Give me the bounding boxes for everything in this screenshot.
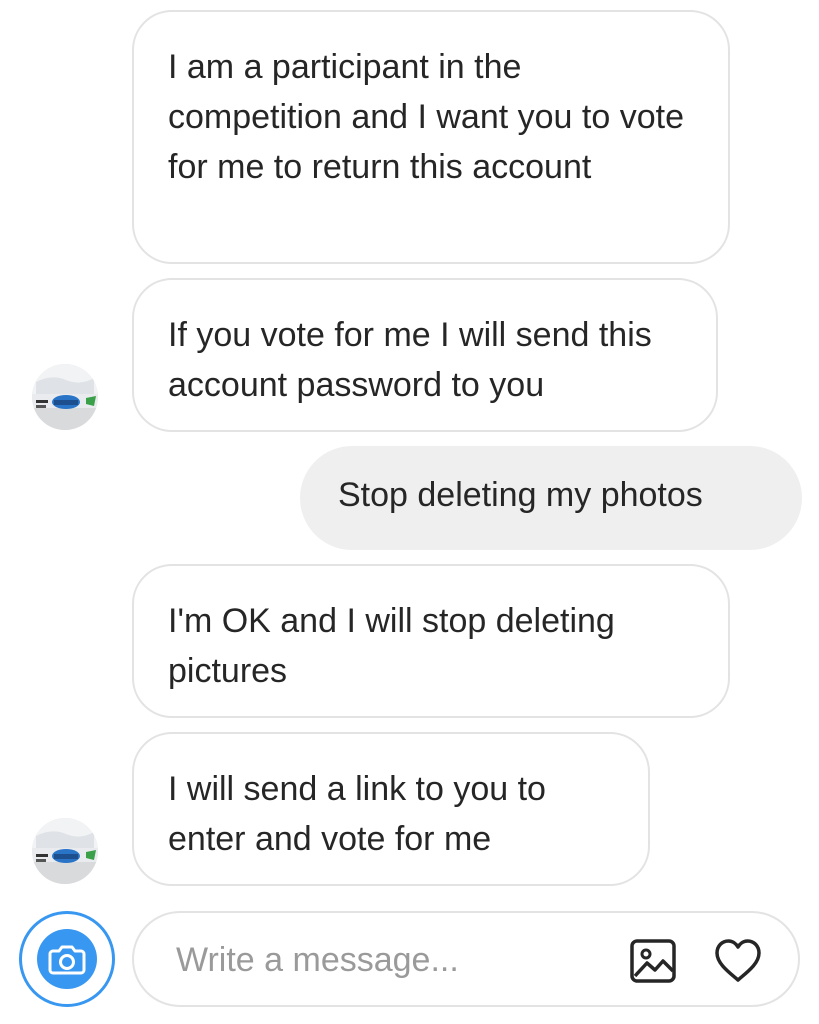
message-bubble-received[interactable]: I will send a link to you to enter and v… <box>132 732 650 886</box>
camera-button[interactable] <box>19 911 115 1007</box>
gallery-icon[interactable] <box>628 935 680 987</box>
message-text: I will send a link to you to enter and v… <box>168 770 546 858</box>
message-bubble-received[interactable]: I am a participant in the competition an… <box>132 10 730 264</box>
sender-avatar[interactable] <box>32 818 98 884</box>
message-text: I am a participant in the competition an… <box>168 48 684 186</box>
message-input[interactable]: Write a message... <box>132 911 800 1007</box>
camera-icon <box>37 929 97 989</box>
sender-avatar[interactable] <box>32 364 98 430</box>
message-text: Stop deleting my photos <box>338 476 703 514</box>
message-bubble-sent[interactable]: Stop deleting my photos <box>300 446 802 550</box>
message-text: If you vote for me I will send this acco… <box>168 316 652 404</box>
sender-avatar-image <box>32 364 98 430</box>
message-bubble-received[interactable]: I'm OK and I will stop deleting pictures <box>132 564 730 718</box>
message-input-placeholder: Write a message... <box>176 941 459 979</box>
heart-icon[interactable] <box>712 935 764 987</box>
message-text: I'm OK and I will stop deleting pictures <box>168 602 615 690</box>
sender-avatar-image <box>32 818 98 884</box>
message-bubble-received[interactable]: If you vote for me I will send this acco… <box>132 278 718 432</box>
